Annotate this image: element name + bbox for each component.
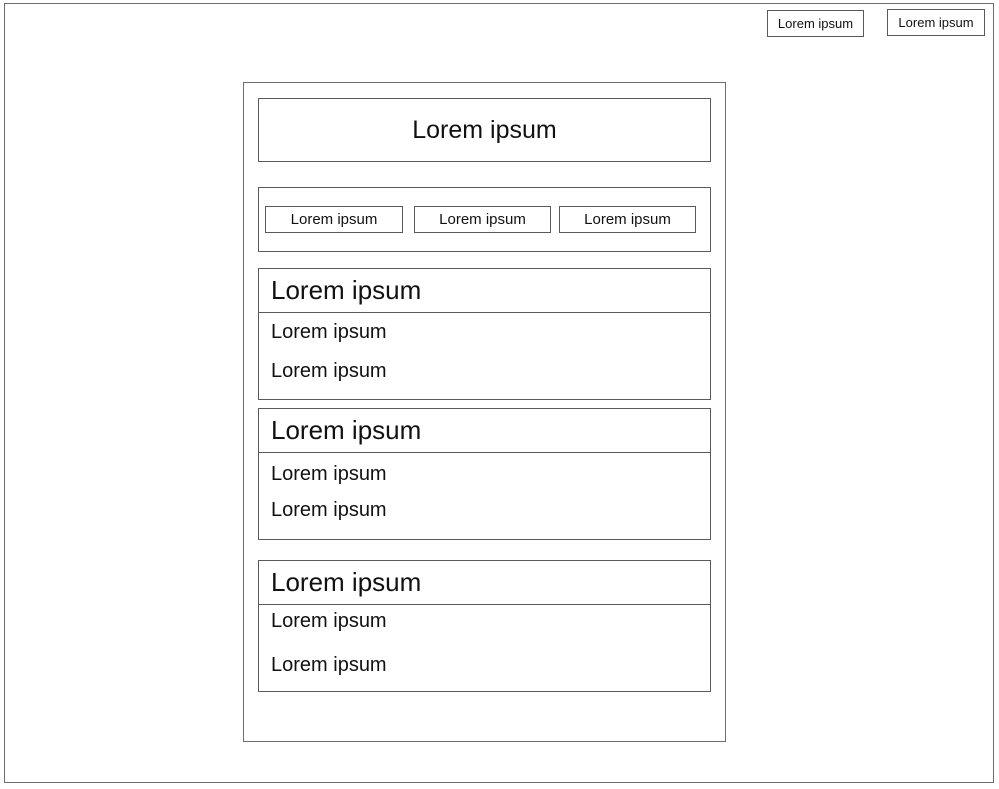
tab-button-1[interactable]: Lorem ipsum [265, 206, 403, 233]
section-heading: Lorem ipsum [259, 409, 710, 453]
header-button-1[interactable]: Lorem ipsum [767, 10, 864, 37]
content-section-2: Lorem ipsum Lorem ipsum Lorem ipsum [258, 408, 711, 540]
main-panel: Lorem ipsum Lorem ipsum Lorem ipsum Lore… [243, 82, 726, 742]
list-item: Lorem ipsum [271, 360, 387, 382]
panel-title: Lorem ipsum [258, 98, 711, 162]
tab-button-3[interactable]: Lorem ipsum [559, 206, 696, 233]
content-section-3: Lorem ipsum Lorem ipsum Lorem ipsum [258, 560, 711, 692]
section-heading: Lorem ipsum [259, 561, 710, 605]
tab-button-2[interactable]: Lorem ipsum [414, 206, 551, 233]
tab-bar: Lorem ipsum Lorem ipsum Lorem ipsum [258, 187, 711, 252]
list-item: Lorem ipsum [271, 463, 387, 485]
content-section-1: Lorem ipsum Lorem ipsum Lorem ipsum [258, 268, 711, 400]
list-item: Lorem ipsum [271, 654, 387, 676]
header-button-2[interactable]: Lorem ipsum [887, 9, 985, 36]
list-item: Lorem ipsum [271, 499, 387, 521]
list-item: Lorem ipsum [271, 321, 387, 343]
section-heading: Lorem ipsum [259, 269, 710, 313]
list-item: Lorem ipsum [271, 610, 387, 632]
